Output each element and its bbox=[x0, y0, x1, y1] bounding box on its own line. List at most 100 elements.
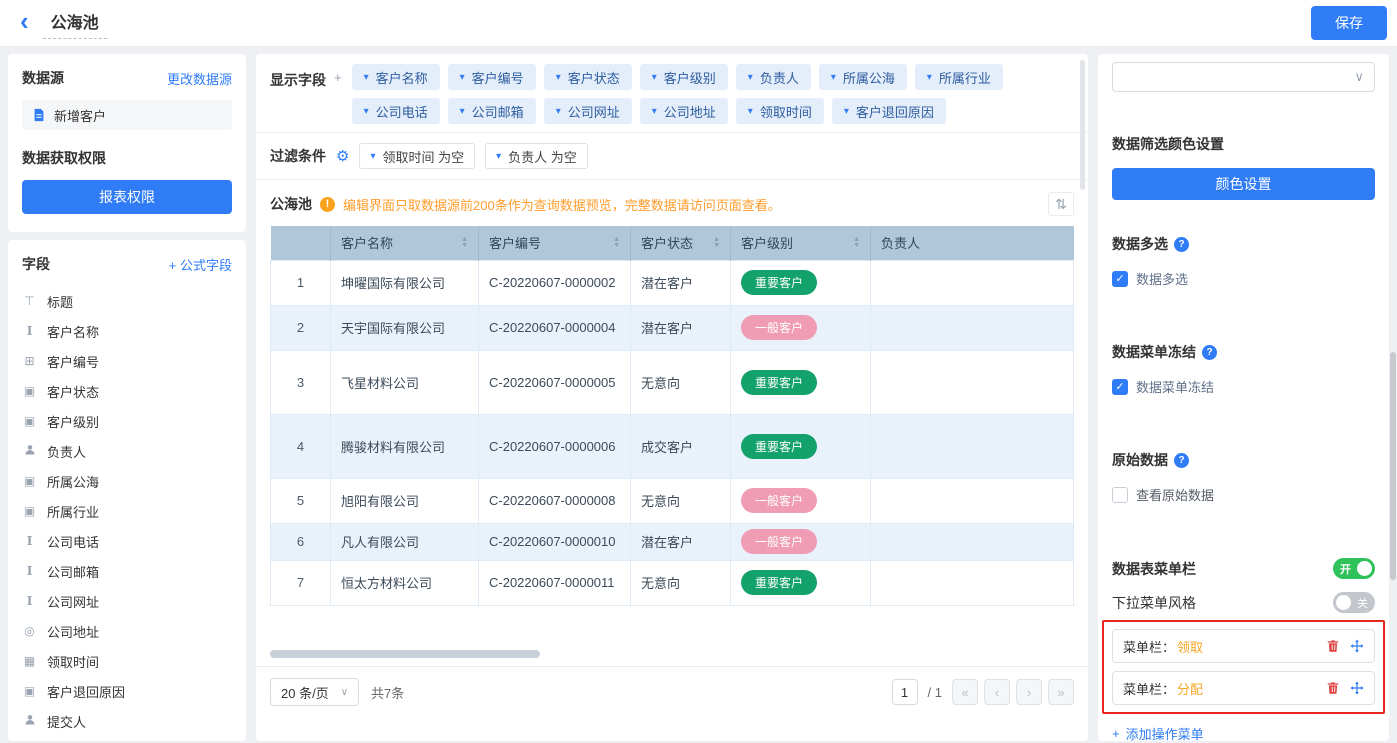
next-page-button[interactable]: › bbox=[1016, 679, 1042, 705]
field-label: 客户编号 bbox=[47, 352, 99, 371]
move-icon[interactable] bbox=[1350, 639, 1364, 653]
field-item-email[interactable]: I公司邮箱 bbox=[22, 556, 232, 586]
settings-select[interactable]: ∨ bbox=[1112, 62, 1375, 92]
page-title[interactable]: 公海池 bbox=[43, 7, 107, 39]
sort-icon[interactable]: ▲▼ bbox=[613, 237, 620, 249]
display-chip[interactable]: ▾公司地址 bbox=[640, 98, 728, 124]
column-header-level[interactable]: 客户级别▲▼ bbox=[731, 226, 871, 260]
help-icon[interactable]: ? bbox=[1174, 237, 1189, 252]
trash-icon[interactable] bbox=[1326, 681, 1340, 695]
display-chip[interactable]: ▾公司网址 bbox=[544, 98, 632, 124]
menu-bar-item[interactable]: 菜单栏： 领取 bbox=[1112, 629, 1375, 663]
chevron-down-icon: ▾ bbox=[652, 72, 657, 83]
field-item-submitter[interactable]: 提交人 bbox=[22, 706, 232, 736]
text-icon: I bbox=[22, 324, 37, 338]
sort-order-icon[interactable]: ⇅ bbox=[1048, 192, 1074, 216]
field-item-customer-name[interactable]: I 客户名称 bbox=[22, 316, 232, 346]
horizontal-scrollbar[interactable] bbox=[270, 650, 540, 658]
raw-data-option[interactable]: 查看原始数据 bbox=[1112, 485, 1375, 504]
display-chip[interactable]: ▾客户级别 bbox=[640, 64, 728, 90]
display-chip[interactable]: ▾客户状态 bbox=[544, 64, 632, 90]
vertical-scrollbar[interactable] bbox=[1080, 60, 1085, 190]
field-item-industry[interactable]: ▣所属行业 bbox=[22, 496, 232, 526]
color-setting-button[interactable]: 颜色设置 bbox=[1112, 168, 1375, 200]
display-chip[interactable]: ▾领取时间 bbox=[736, 98, 824, 124]
field-item-title[interactable]: ⊤标题 bbox=[22, 286, 232, 316]
sort-icon[interactable]: ▲▼ bbox=[461, 237, 468, 249]
display-chip[interactable]: ▾负责人 bbox=[736, 64, 811, 90]
column-header-status[interactable]: 客户状态▲▼ bbox=[631, 226, 731, 260]
column-header-code[interactable]: 客户编号▲▼ bbox=[479, 226, 631, 260]
sort-icon[interactable]: ▲▼ bbox=[853, 237, 860, 249]
level-badge: 重要客户 bbox=[741, 270, 817, 295]
checkbox-unchecked-icon[interactable] bbox=[1112, 487, 1128, 503]
column-header-name[interactable]: 客户名称▲▼ bbox=[331, 226, 479, 260]
checkbox-checked-icon[interactable]: ✓ bbox=[1112, 271, 1128, 287]
field-item-owner[interactable]: 负责人 bbox=[22, 436, 232, 466]
report-permission-button[interactable]: 报表权限 bbox=[22, 180, 232, 214]
filter-chip[interactable]: ▾领取时间 为空 bbox=[359, 143, 475, 169]
display-chip[interactable]: ▾公司邮箱 bbox=[448, 98, 536, 124]
display-chip[interactable]: ▾所属行业 bbox=[915, 64, 1003, 90]
prev-page-button[interactable]: ‹ bbox=[984, 679, 1010, 705]
datasource-item[interactable]: 新增客户 bbox=[22, 100, 232, 130]
checkbox-checked-icon[interactable]: ✓ bbox=[1112, 379, 1128, 395]
page-size-select[interactable]: 20 条/页 ∨ bbox=[270, 678, 359, 706]
field-item-address[interactable]: ◎公司地址 bbox=[22, 616, 232, 646]
cell-name: 天宇国际有限公司 bbox=[331, 305, 479, 350]
add-display-field-icon[interactable]: + bbox=[334, 64, 342, 85]
field-item-phone[interactable]: I公司电话 bbox=[22, 526, 232, 556]
save-button[interactable]: 保存 bbox=[1311, 6, 1387, 40]
menubar-toggle-on[interactable]: 开 bbox=[1333, 558, 1375, 579]
first-page-button[interactable]: « bbox=[952, 679, 978, 705]
field-label: 客户名称 bbox=[47, 322, 99, 341]
display-chip[interactable]: ▾客户退回原因 bbox=[832, 98, 946, 124]
help-icon[interactable]: ? bbox=[1174, 453, 1189, 468]
toggle-knob bbox=[1336, 595, 1351, 610]
trash-icon[interactable] bbox=[1326, 639, 1340, 653]
field-item-return-reason[interactable]: ▣客户退回原因 bbox=[22, 676, 232, 706]
gear-icon[interactable]: ⚙ bbox=[336, 147, 349, 165]
display-chip[interactable]: ▾客户名称 bbox=[352, 64, 440, 90]
row-index: 3 bbox=[271, 350, 331, 414]
chevron-down-icon: ▾ bbox=[364, 106, 369, 117]
sort-icon[interactable]: ▲▼ bbox=[713, 237, 720, 249]
back-icon[interactable]: ‹ bbox=[10, 8, 43, 38]
chevron-down-icon: ▾ bbox=[496, 151, 501, 162]
field-item-claim-time[interactable]: ▦领取时间 bbox=[22, 646, 232, 676]
multi-select-option[interactable]: ✓ 数据多选 bbox=[1112, 269, 1375, 288]
freeze-option[interactable]: ✓ 数据菜单冻结 bbox=[1112, 377, 1375, 396]
chevron-down-icon: ▾ bbox=[927, 72, 932, 83]
cell-owner bbox=[871, 305, 1074, 350]
add-action-menu-link[interactable]: + 添加操作菜单 bbox=[1112, 724, 1375, 743]
last-page-button[interactable]: » bbox=[1048, 679, 1074, 705]
chip-label: 负责人 为空 bbox=[508, 147, 577, 166]
move-icon[interactable] bbox=[1350, 681, 1364, 695]
chip-label: 客户状态 bbox=[568, 68, 620, 87]
display-chip[interactable]: ▾客户编号 bbox=[448, 64, 536, 90]
field-item-public-sea[interactable]: ▣所属公海 bbox=[22, 466, 232, 496]
menu-bar-item[interactable]: 菜单栏： 分配 bbox=[1112, 671, 1375, 705]
select-icon: ▣ bbox=[22, 504, 37, 518]
help-icon[interactable]: ? bbox=[1202, 345, 1217, 360]
filter-chip[interactable]: ▾ 负责人 为空 bbox=[485, 143, 588, 169]
display-fields-section: 显示字段 + ▾客户名称 ▾客户编号 ▾客户状态 ▾客户级别 ▾负责人 ▾所属公… bbox=[256, 54, 1088, 132]
change-datasource-link[interactable]: 更改数据源 bbox=[167, 69, 232, 88]
field-item-customer-code[interactable]: ⊞客户编号 bbox=[22, 346, 232, 376]
field-item-customer-level[interactable]: ▣客户级别 bbox=[22, 406, 232, 436]
display-chip[interactable]: ▾所属公海 bbox=[819, 64, 907, 90]
display-chip[interactable]: ▾公司电话 bbox=[352, 98, 440, 124]
field-item-customer-status[interactable]: ▣客户状态 bbox=[22, 376, 232, 406]
chip-label: 负责人 bbox=[760, 68, 799, 87]
dropdown-toggle-off[interactable]: 关 bbox=[1333, 592, 1375, 613]
add-formula-field-link[interactable]: + 公式字段 bbox=[169, 255, 232, 274]
field-item-website[interactable]: I公司网址 bbox=[22, 586, 232, 616]
cell-status: 无意向 bbox=[631, 478, 731, 523]
table-row: 3 飞星材料公司 C-20220607-0000005 无意向 重要客户 bbox=[271, 350, 1074, 414]
chip-label: 客户名称 bbox=[376, 68, 428, 87]
current-page-button[interactable]: 1 bbox=[892, 679, 918, 705]
cell-level: 重要客户 bbox=[731, 414, 871, 478]
column-header-owner[interactable]: 负责人 bbox=[871, 226, 1074, 260]
page-vertical-scrollbar[interactable] bbox=[1390, 352, 1396, 580]
column-label: 负责人 bbox=[881, 236, 920, 251]
